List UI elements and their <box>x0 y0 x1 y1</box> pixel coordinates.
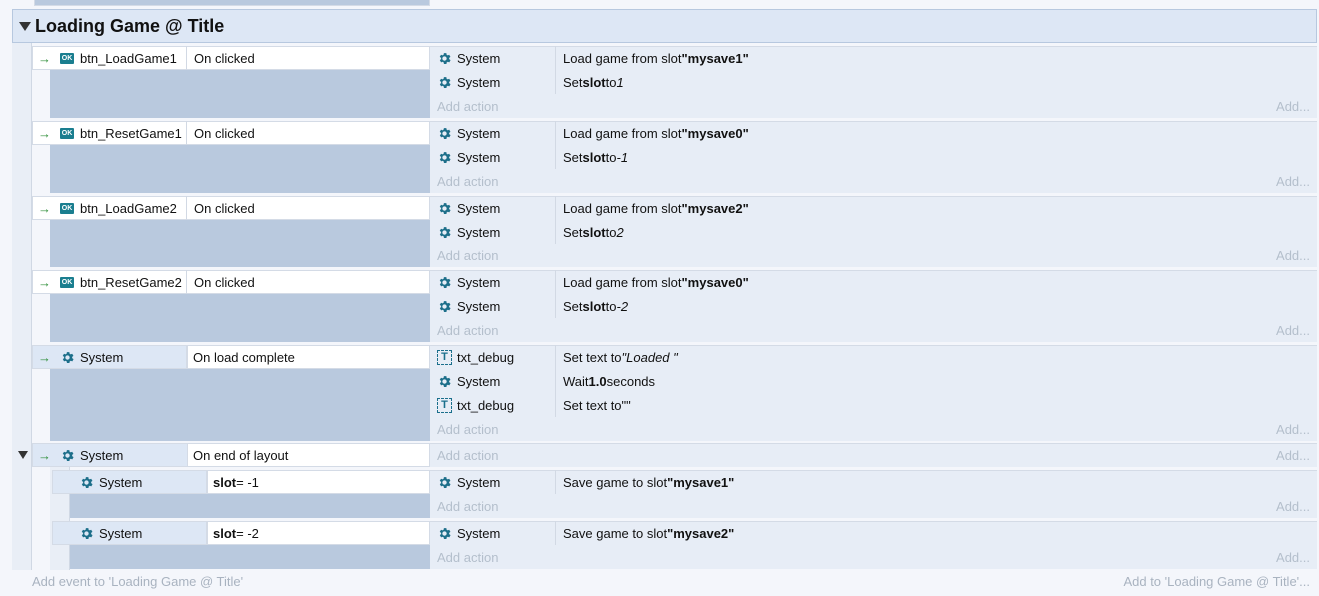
action-text[interactable]: Save game to slot "mysave2" <box>555 521 1317 545</box>
action-object[interactable]: System <box>437 521 555 545</box>
condition-object[interactable]: OK btn_ResetGame1 <box>60 121 186 145</box>
condition-text[interactable]: On clicked <box>186 46 430 70</box>
event-arrow-icon: → <box>38 447 51 463</box>
action-text[interactable]: Load game from slot "mysave0" <box>555 121 1317 145</box>
add-more-link[interactable]: Add... <box>1250 169 1310 193</box>
condition-object[interactable]: System <box>60 443 186 467</box>
condition-text[interactable]: On load complete <box>187 345 430 369</box>
add-more-link[interactable]: Add... <box>1250 545 1310 569</box>
action-object[interactable]: Ttxt_debug <box>437 393 555 417</box>
event-group-header[interactable]: Loading Game @ Title <box>12 9 1317 43</box>
gear-icon <box>437 75 452 90</box>
gear-icon <box>437 51 452 66</box>
action-object[interactable]: System <box>437 220 555 244</box>
add-more-link[interactable]: Add... <box>1250 94 1310 118</box>
event-arrow-icon: → <box>38 125 51 141</box>
button-object-icon: OK <box>60 202 74 214</box>
action-object[interactable]: System <box>437 70 555 94</box>
button-object-icon: OK <box>60 127 74 139</box>
gear-icon <box>79 526 94 541</box>
condition-text[interactable]: slot = -2 <box>207 521 430 545</box>
action-object[interactable]: System <box>437 145 555 169</box>
action-text[interactable]: Set slot to 2 <box>555 220 1317 244</box>
collapse-triangle-icon[interactable] <box>19 21 31 31</box>
gear-icon <box>437 526 452 541</box>
condition-object[interactable]: OK btn_LoadGame2 <box>60 196 186 220</box>
gear-icon <box>437 225 452 240</box>
condition-text[interactable]: slot = -1 <box>207 470 430 494</box>
action-text[interactable]: Load game from slot "mysave2" <box>555 196 1317 220</box>
action-text[interactable]: Load game from slot "mysave1" <box>555 46 1317 70</box>
action-object[interactable]: System <box>437 196 555 220</box>
action-object[interactable]: System <box>437 121 555 145</box>
action-text[interactable]: Set text to "" <box>555 393 1317 417</box>
button-object-icon: OK <box>60 52 74 64</box>
add-more-link[interactable]: Add... <box>1250 244 1310 267</box>
action-text[interactable]: Set slot to -2 <box>555 294 1317 318</box>
condition-object[interactable]: OK btn_ResetGame2 <box>60 270 186 294</box>
gear-icon <box>437 150 452 165</box>
action-text[interactable]: Set text to "Loaded " <box>555 345 1317 369</box>
text-object-icon: T <box>437 397 452 413</box>
add-action-link[interactable]: Add action <box>437 417 637 441</box>
add-more-link[interactable]: Add... <box>1250 417 1310 441</box>
add-to-group-link[interactable]: Add to 'Loading Game @ Title'... <box>1000 571 1310 591</box>
gear-icon <box>60 350 75 365</box>
add-more-link[interactable]: Add... <box>1250 443 1310 467</box>
gear-icon <box>437 126 452 141</box>
add-event-link[interactable]: Add event to 'Loading Game @ Title' <box>32 571 432 591</box>
action-text[interactable]: Set slot to 1 <box>555 70 1317 94</box>
condition-text[interactable]: On end of layout <box>187 443 430 467</box>
condition-object[interactable]: System <box>60 345 186 369</box>
action-object[interactable]: System <box>437 270 555 294</box>
group-gutter <box>12 43 32 570</box>
event-arrow-icon: → <box>38 274 51 290</box>
gear-icon <box>437 201 452 216</box>
collapse-triangle-icon[interactable] <box>18 451 28 459</box>
add-action-link[interactable]: Add action <box>437 169 637 193</box>
gear-icon <box>60 448 75 463</box>
condition-text[interactable]: On clicked <box>186 196 430 220</box>
button-object-icon: OK <box>60 276 74 288</box>
gear-icon <box>79 475 94 490</box>
action-object[interactable]: System <box>437 470 555 494</box>
action-object[interactable]: System <box>437 46 555 70</box>
event-arrow-icon: → <box>38 50 51 66</box>
add-more-link[interactable]: Add... <box>1250 318 1310 342</box>
add-action-link[interactable]: Add action <box>437 318 637 342</box>
text-object-icon: T <box>437 349 452 365</box>
add-more-link[interactable]: Add... <box>1250 494 1310 518</box>
event-arrow-icon: → <box>38 200 51 216</box>
add-action-link[interactable]: Add action <box>437 94 637 118</box>
group-title: Loading Game @ Title <box>35 15 225 36</box>
add-action-link[interactable]: Add action <box>437 244 637 267</box>
condition-object[interactable]: System <box>79 470 205 494</box>
action-text[interactable]: Set slot to -1 <box>555 145 1317 169</box>
previous-event-stub <box>34 0 430 6</box>
action-object[interactable]: Ttxt_debug <box>437 345 555 369</box>
add-action-link[interactable]: Add action <box>437 494 637 518</box>
condition-text[interactable]: On clicked <box>186 270 430 294</box>
action-object[interactable]: System <box>437 369 555 393</box>
action-object[interactable]: System <box>437 294 555 318</box>
condition-object[interactable]: System <box>79 521 205 545</box>
condition-object[interactable]: OK btn_LoadGame1 <box>60 46 186 70</box>
gear-icon <box>437 475 452 490</box>
action-text[interactable]: Wait 1.0 seconds <box>555 369 1317 393</box>
action-text[interactable]: Load game from slot "mysave0" <box>555 270 1317 294</box>
add-action-link[interactable]: Add action <box>437 443 637 467</box>
add-action-link[interactable]: Add action <box>437 545 637 569</box>
gear-icon <box>437 275 452 290</box>
action-text[interactable]: Save game to slot "mysave1" <box>555 470 1317 494</box>
gear-icon <box>437 299 452 314</box>
condition-text[interactable]: On clicked <box>186 121 430 145</box>
event-arrow-icon: → <box>38 349 51 365</box>
gear-icon <box>437 374 452 389</box>
